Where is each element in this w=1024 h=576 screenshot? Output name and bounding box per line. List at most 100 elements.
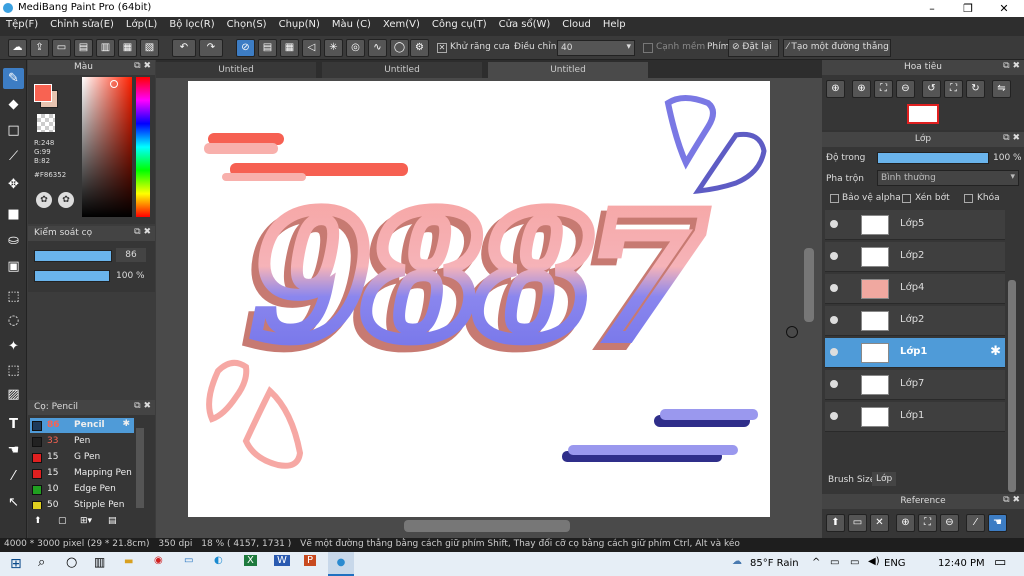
medibang-icon[interactable]: ● — [328, 552, 354, 576]
visibility-eye-icon[interactable] — [830, 380, 838, 388]
excel-icon[interactable]: X — [244, 555, 257, 566]
layer-row-lop1-selected[interactable]: Lớp1 ✱ — [825, 338, 1005, 368]
gear-icon[interactable]: ✱ — [122, 419, 130, 429]
menu-view[interactable]: Xem(V) — [377, 17, 426, 32]
panel-controls-icon[interactable]: ⧉ ✖ — [134, 227, 151, 237]
canvas-paper[interactable]: 9887 9887 — [188, 81, 770, 517]
visibility-eye-icon[interactable] — [830, 252, 838, 260]
battery-icon[interactable]: ▭ — [850, 557, 859, 568]
visibility-eye-icon[interactable] — [830, 412, 838, 420]
ellipse-snap-icon[interactable]: ◯ — [390, 39, 409, 57]
blend-mode-select[interactable]: Bình thường ▾ — [877, 170, 1019, 186]
monitor-icon[interactable]: ▭ — [184, 555, 193, 566]
menu-help[interactable]: Help — [597, 17, 632, 32]
reset-button[interactable]: ⊘ Đặt lại — [728, 39, 779, 57]
line-tool-icon[interactable]: ⟋ — [3, 146, 24, 167]
windows-start-icon[interactable]: ⊞ — [10, 556, 22, 572]
page-icon[interactable]: ▥ — [96, 39, 115, 57]
menu-select[interactable]: Chọn(S) — [221, 17, 273, 32]
snap-off-icon[interactable]: ⊘ — [236, 39, 255, 57]
rotate-right-icon[interactable]: ↻ — [966, 80, 985, 98]
fill-shape-icon[interactable]: ■ — [3, 204, 24, 225]
vertical-scrollbar[interactable] — [804, 248, 814, 322]
search-icon[interactable]: ⌕ — [38, 555, 45, 570]
zoom-out-icon[interactable]: ⊖ — [940, 514, 959, 532]
horizontal-scrollbar[interactable] — [404, 520, 570, 532]
taskbar-clock[interactable]: 12:40 PM — [938, 558, 985, 569]
upload-icon[interactable]: ⇪ — [30, 39, 49, 57]
menu-edit[interactable]: Chỉnh sửa(E) — [44, 17, 120, 32]
brush-upload-icon[interactable]: ⬆ — [34, 516, 42, 526]
task-view-icon[interactable]: ▥ — [94, 555, 105, 569]
chat-icon[interactable]: ▭ — [52, 39, 71, 57]
select-pen-icon[interactable]: ⬚ — [3, 360, 24, 381]
panel-controls-icon[interactable]: ⧉ ✖ — [1003, 61, 1020, 71]
smooth-checkbox[interactable] — [643, 43, 653, 53]
antialias-checkbox[interactable]: ✕ — [437, 43, 447, 53]
eraser-tool-icon[interactable]: ◆ — [3, 94, 24, 115]
brush-settings-icon[interactable]: ▤ — [108, 516, 117, 526]
hand-icon[interactable]: ☚ — [988, 514, 1007, 532]
perspective-snap-icon[interactable]: ◁ — [302, 39, 321, 57]
tab-untitled-2[interactable]: Untitled — [322, 62, 482, 78]
fit-icon[interactable]: ⛶ — [918, 514, 937, 532]
circle-snap-icon[interactable]: ◎ — [346, 39, 365, 57]
brush-add-icon[interactable]: ⊞▾ — [80, 516, 92, 526]
visibility-eye-icon[interactable] — [830, 316, 838, 324]
layer-row-lop7[interactable]: Lớp7 — [825, 370, 1005, 400]
hue-slider[interactable] — [136, 77, 150, 217]
open-folder-icon[interactable]: ▭ — [848, 514, 867, 532]
undo-icon[interactable]: ↶ — [172, 39, 196, 57]
app-icon-red[interactable]: ◉ — [154, 555, 163, 566]
page-list-icon[interactable]: ▧ — [140, 39, 159, 57]
rotate-left-icon[interactable]: ↺ — [922, 80, 941, 98]
menu-file[interactable]: Tệp(F) — [0, 17, 44, 32]
dot-tool-icon[interactable]: □ — [3, 120, 24, 141]
menu-tools[interactable]: Công cụ(T) — [426, 17, 493, 32]
settings-gear-icon[interactable]: ⚙ — [410, 39, 429, 57]
gradient-tool-icon[interactable]: ▣ — [3, 256, 24, 277]
panel-controls-icon[interactable]: ⧉ ✖ — [1003, 133, 1020, 143]
eyedropper-icon[interactable]: ⁄ — [966, 514, 985, 532]
panel-controls-icon[interactable]: ⧉ ✖ — [1003, 495, 1020, 505]
minimize-button[interactable]: – — [914, 0, 950, 17]
menu-capture[interactable]: Chụp(N) — [273, 17, 326, 32]
eyedropper-tool-icon[interactable]: ⁄ — [3, 466, 24, 487]
layer-row-lop4[interactable]: Lớp4 — [825, 274, 1005, 304]
radial-snap-icon[interactable]: ✳ — [324, 39, 343, 57]
panel-controls-icon[interactable]: ⧉ ✖ — [134, 401, 151, 411]
color-palette-icon[interactable]: ✿ — [36, 192, 52, 208]
cloud-icon[interactable]: ☁ — [8, 39, 27, 57]
lock-checkbox[interactable] — [964, 194, 973, 203]
language-indicator[interactable]: ENG — [884, 558, 906, 569]
adjust-select[interactable]: 40 ▾ — [557, 40, 635, 56]
brush-item-pen[interactable]: 33 Pen — [30, 434, 134, 449]
magic-wand-icon[interactable]: ✦ — [3, 336, 24, 357]
menu-filter[interactable]: Bộ lọc(R) — [163, 17, 220, 32]
hand-tool-icon[interactable]: ☚ — [3, 440, 24, 461]
layer-row-lop2[interactable]: Lớp2 — [825, 242, 1005, 272]
layer-row-lop2-b[interactable]: Lớp2 — [825, 306, 1005, 336]
fit-window-icon[interactable]: ⛶ — [944, 80, 963, 98]
tab-untitled-3[interactable]: Untitled — [488, 62, 648, 78]
tab-layer[interactable]: Lớp — [872, 472, 897, 486]
volume-icon[interactable]: ◀) — [868, 556, 880, 567]
move-tool-icon[interactable]: ✥ — [3, 174, 24, 195]
grid-snap-icon[interactable]: ▦ — [280, 39, 299, 57]
brush-item-pencil[interactable]: 86 Pencil ✱ — [30, 418, 134, 433]
visibility-eye-icon[interactable] — [830, 220, 838, 228]
brush-item-edge-pen[interactable]: 10 Edge Pen — [30, 482, 134, 497]
protect-alpha-checkbox[interactable] — [830, 194, 839, 203]
brush-item-stipple-pen[interactable]: 50 Stipple Pen — [30, 498, 134, 509]
brush-new-icon[interactable]: ▢ — [58, 516, 67, 526]
close-button[interactable]: ✕ — [986, 0, 1022, 17]
transparent-swatch[interactable] — [37, 114, 55, 132]
brush-scrollbar[interactable] — [136, 428, 144, 508]
upload-image-icon[interactable]: ⬆ — [826, 514, 845, 532]
cortana-icon[interactable]: ○ — [66, 555, 77, 570]
zoom-in-icon[interactable]: ⊕ — [852, 80, 871, 98]
word-icon[interactable]: W — [274, 555, 290, 566]
file-explorer-icon[interactable]: ▬ — [124, 556, 133, 567]
network-icon[interactable]: ▭ — [830, 557, 839, 568]
redo-icon[interactable]: ↷ — [199, 39, 223, 57]
